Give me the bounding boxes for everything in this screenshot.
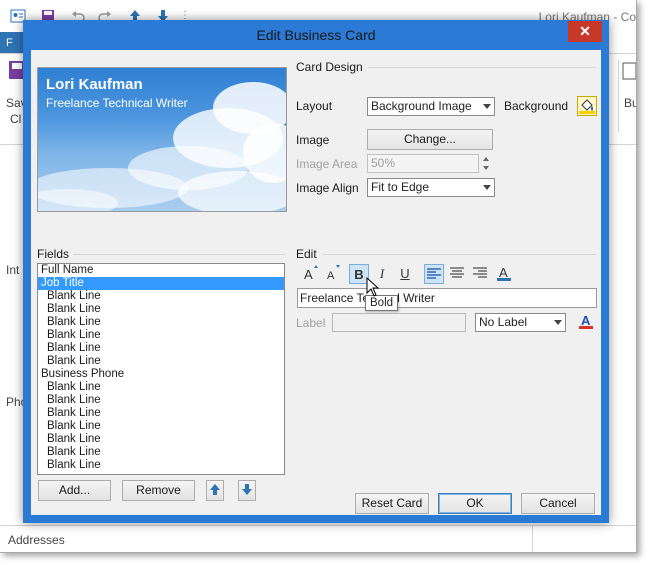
business-card-preview: Lori Kaufman Freelance Technical Writer <box>37 67 287 212</box>
fields-divider <box>73 254 285 255</box>
underline-button[interactable]: U <box>395 264 415 284</box>
business-card-label: Bu <box>624 96 636 110</box>
card-name-text: Lori Kaufman <box>46 76 143 93</box>
edit-heading: Edit <box>296 247 317 261</box>
addresses-label: Addresses <box>8 533 65 547</box>
ok-button[interactable]: OK <box>438 493 512 514</box>
svg-text:A: A <box>499 265 508 280</box>
spinner-down-icon <box>483 166 489 170</box>
field-list-item[interactable]: Blank Line <box>38 290 284 303</box>
add-field-button[interactable]: Add... <box>38 480 111 501</box>
ribbon-separator <box>618 60 619 132</box>
svg-text:A: A <box>304 267 313 282</box>
footer-divider <box>0 525 636 526</box>
font-color-button[interactable]: A <box>494 264 514 284</box>
image-area-label: Image Area <box>296 157 358 171</box>
paint-bucket-icon <box>579 99 595 114</box>
save-close-label-2: Cl <box>10 112 22 126</box>
layout-value: Background Image <box>371 99 472 113</box>
field-text-value: Freelance Tec <box>300 291 376 305</box>
image-align-dropdown[interactable]: Fit to Edge <box>367 178 495 197</box>
align-center-icon <box>450 267 464 278</box>
label-text-input[interactable] <box>332 313 466 332</box>
label-position-value: No Label <box>479 315 528 329</box>
label-label: Label <box>296 316 326 330</box>
bold-tooltip: Bold <box>365 295 399 311</box>
field-list-item[interactable]: Business Phone <box>38 368 284 381</box>
label-font-color-icon: A <box>579 313 593 329</box>
edit-divider <box>323 254 596 255</box>
svg-text:A: A <box>327 270 335 282</box>
layout-dropdown[interactable]: Background Image <box>367 97 495 116</box>
business-card-icon[interactable] <box>622 60 636 82</box>
layout-label: Layout <box>296 99 333 113</box>
image-area-input[interactable]: 50% <box>367 154 479 173</box>
field-list-item[interactable]: Blank Line <box>38 355 284 368</box>
card-job-title-text: Freelance Technical Writer <box>46 96 188 110</box>
background-label: Background <box>504 99 569 113</box>
reset-card-button[interactable]: Reset Card <box>355 493 429 514</box>
move-down-button[interactable] <box>238 480 256 501</box>
spinner-up-icon <box>483 157 489 161</box>
field-list-item[interactable]: Blank Line <box>38 329 284 342</box>
align-right-button[interactable] <box>470 264 490 284</box>
field-list-item[interactable]: Blank Line <box>38 316 284 329</box>
chevron-down-icon <box>483 104 491 109</box>
background-color-button[interactable] <box>577 96 597 116</box>
field-list-item[interactable]: Blank Line <box>38 433 284 446</box>
image-area-spinner[interactable] <box>480 154 492 173</box>
mouse-cursor-icon <box>366 277 380 297</box>
font-shrink-icon: A <box>327 265 340 282</box>
remove-field-button[interactable]: Remove <box>122 480 195 501</box>
field-list-item[interactable]: Blank Line <box>38 420 284 433</box>
font-color-icon: A <box>497 265 511 281</box>
chevron-down-icon <box>483 185 491 190</box>
increase-font-size-button[interactable]: A <box>301 264 321 284</box>
align-left-icon <box>427 268 441 279</box>
edit-business-card-dialog: Edit Business Card ✕ Lori Kaufman Freela… <box>23 20 609 523</box>
field-list-item[interactable]: Blank Line <box>38 342 284 355</box>
internet-label: Int <box>6 263 20 277</box>
field-list-item[interactable]: Blank Line <box>38 381 284 394</box>
label-position-dropdown[interactable]: No Label <box>475 313 566 332</box>
field-list-item[interactable]: Blank Line <box>38 446 284 459</box>
dialog-titlebar[interactable]: Edit Business Card ✕ <box>23 20 609 50</box>
image-align-label: Image Align <box>296 181 359 195</box>
change-image-button[interactable]: Change... <box>367 129 493 150</box>
align-left-button[interactable] <box>424 264 444 284</box>
dialog-title: Edit Business Card <box>256 27 376 43</box>
field-list-item[interactable]: Blank Line <box>38 303 284 316</box>
field-list-item[interactable]: Full Name <box>38 264 284 277</box>
move-up-button[interactable] <box>206 480 224 501</box>
field-text-input[interactable]: Freelance Tec l Writer <box>297 288 597 308</box>
font-grow-icon: A <box>304 265 318 282</box>
align-right-icon <box>473 267 487 278</box>
dialog-body: Lori Kaufman Freelance Technical Writer … <box>31 50 601 515</box>
field-text-value-tail: l Writer <box>397 291 435 305</box>
field-list-item[interactable]: Blank Line <box>38 394 284 407</box>
card-design-heading: Card Design <box>296 60 363 74</box>
move-up-arrow-icon <box>210 484 220 495</box>
align-center-button[interactable] <box>447 264 467 284</box>
cancel-button[interactable]: Cancel <box>521 493 595 514</box>
field-list-item[interactable]: Job Title <box>38 277 284 290</box>
fields-heading: Fields <box>37 247 70 261</box>
svg-text:A: A <box>581 313 591 328</box>
fields-list[interactable]: Full Name Job Title Blank Line Blank Line Bl… <box>37 263 285 475</box>
field-list-item[interactable]: Blank Line <box>38 459 284 472</box>
decrease-font-size-button[interactable]: A <box>323 264 343 284</box>
close-button[interactable]: ✕ <box>568 21 602 42</box>
footer-column-divider <box>532 526 533 552</box>
chevron-down-icon <box>554 320 562 325</box>
field-list-item[interactable]: Blank Line <box>38 407 284 420</box>
card-design-divider <box>368 67 596 68</box>
image-label: Image <box>296 133 330 147</box>
label-color-button[interactable]: A <box>576 312 596 332</box>
image-align-value: Fit to Edge <box>371 180 430 194</box>
move-down-arrow-icon <box>242 484 252 495</box>
